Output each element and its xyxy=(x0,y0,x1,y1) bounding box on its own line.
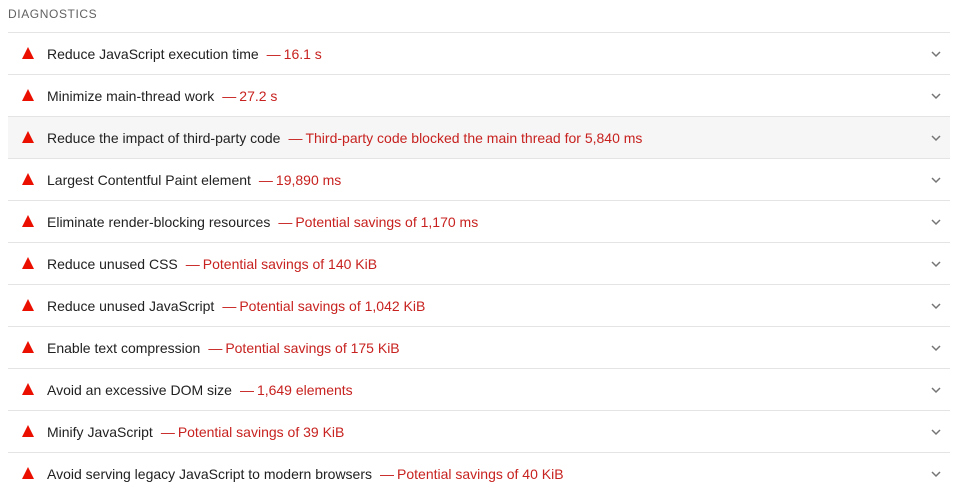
audit-list: Reduce JavaScript execution time —16.1 s … xyxy=(8,32,950,493)
audit-display-value: 19,890 ms xyxy=(275,172,342,188)
audit-title: Reduce unused JavaScript xyxy=(47,298,215,314)
audit-display-value: Potential savings of 140 KiB xyxy=(202,256,378,272)
audit-separator: — xyxy=(278,214,293,230)
audit-separator: — xyxy=(222,88,237,104)
audit-item[interactable]: Reduce unused CSS — Potential savings of 1… xyxy=(8,243,950,285)
fail-triangle-icon xyxy=(22,215,34,227)
diagnostics-panel: DIAGNOSTICS Reduce JavaScript execution … xyxy=(0,0,957,493)
fail-triangle-icon xyxy=(22,341,34,353)
audit-title: Reduce unused CSS xyxy=(47,256,178,272)
audit-title: Avoid serving legacy JavaScript to moder… xyxy=(47,466,373,482)
fail-triangle-icon xyxy=(22,89,34,101)
fail-triangle-icon xyxy=(22,383,34,395)
audit-separator: — xyxy=(380,466,395,482)
audit-title: Eliminate render-blocking resources xyxy=(47,214,271,230)
fail-triangle-icon xyxy=(22,467,34,479)
fail-triangle-icon xyxy=(22,131,34,143)
audit-title: Largest Contentful Paint element xyxy=(47,172,251,188)
audit-item[interactable]: Avoid an excessive DOM size —1,649 elemen… xyxy=(8,369,950,411)
audit-item[interactable]: Minimize main-thread work —27.2 s xyxy=(8,75,950,117)
audit-separator: — xyxy=(266,46,281,62)
chevron-down-icon[interactable] xyxy=(930,258,942,270)
audit-display-value: Potential savings of 175 KiB xyxy=(225,340,400,356)
chevron-down-icon[interactable] xyxy=(930,174,942,186)
audit-display-value: Potential savings of 39 KiB xyxy=(177,424,345,440)
fail-triangle-icon xyxy=(22,299,34,311)
audit-title: Minimize main-thread work xyxy=(47,88,215,104)
audit-display-value: Potential savings of 40 KiB xyxy=(397,466,564,482)
fail-triangle-icon xyxy=(22,47,34,59)
audit-item[interactable]: Enable text compression — Potential saving… xyxy=(8,327,950,369)
fail-triangle-icon xyxy=(22,257,34,269)
audit-separator: — xyxy=(160,424,175,440)
audit-item[interactable]: Avoid serving legacy JavaScript to moder… xyxy=(8,453,950,493)
audit-title: Avoid an excessive DOM size xyxy=(47,382,232,398)
audit-separator: — xyxy=(239,382,254,398)
chevron-down-icon[interactable] xyxy=(930,468,942,480)
chevron-down-icon[interactable] xyxy=(930,132,942,144)
section-title: DIAGNOSTICS xyxy=(8,7,98,21)
audit-display-value: 27.2 s xyxy=(239,88,278,104)
audit-item[interactable]: Largest Contentful Paint element —19,890 … xyxy=(8,159,950,201)
audit-item[interactable]: Reduce JavaScript execution time —16.1 s xyxy=(8,33,950,75)
audit-display-value: 16.1 s xyxy=(283,46,322,62)
audit-display-value: Potential savings of 1,042 KiB xyxy=(239,298,426,314)
audit-item[interactable]: Reduce the impact of third-party code — Th… xyxy=(8,117,950,159)
audit-separator: — xyxy=(185,256,200,272)
chevron-down-icon[interactable] xyxy=(930,90,942,102)
fail-triangle-icon xyxy=(22,173,34,185)
audit-separator: — xyxy=(258,172,273,188)
audit-separator: — xyxy=(208,340,223,356)
chevron-down-icon[interactable] xyxy=(930,300,942,312)
audit-title: Minify JavaScript xyxy=(47,424,153,440)
chevron-down-icon[interactable] xyxy=(930,426,942,438)
audit-item[interactable]: Minify JavaScript — Potential savings of 3… xyxy=(8,411,950,453)
audit-separator: — xyxy=(222,298,237,314)
audit-display-value: Potential savings of 1,170 ms xyxy=(295,214,479,230)
chevron-down-icon[interactable] xyxy=(930,48,942,60)
audit-title: Enable text compression xyxy=(47,340,201,356)
fail-triangle-icon xyxy=(22,425,34,437)
audit-item[interactable]: Reduce unused JavaScript — Potential savin… xyxy=(8,285,950,327)
audit-display-value: 1,649 elements xyxy=(256,382,353,398)
chevron-down-icon[interactable] xyxy=(930,342,942,354)
audit-title: Reduce JavaScript execution time xyxy=(47,46,259,62)
audit-title: Reduce the impact of third-party code xyxy=(47,130,281,146)
chevron-down-icon[interactable] xyxy=(930,216,942,228)
audit-separator: — xyxy=(288,130,303,146)
chevron-down-icon[interactable] xyxy=(930,384,942,396)
audit-item[interactable]: Eliminate render-blocking resources — Pote… xyxy=(8,201,950,243)
audit-display-value: Third-party code blocked the main thread… xyxy=(305,130,643,146)
